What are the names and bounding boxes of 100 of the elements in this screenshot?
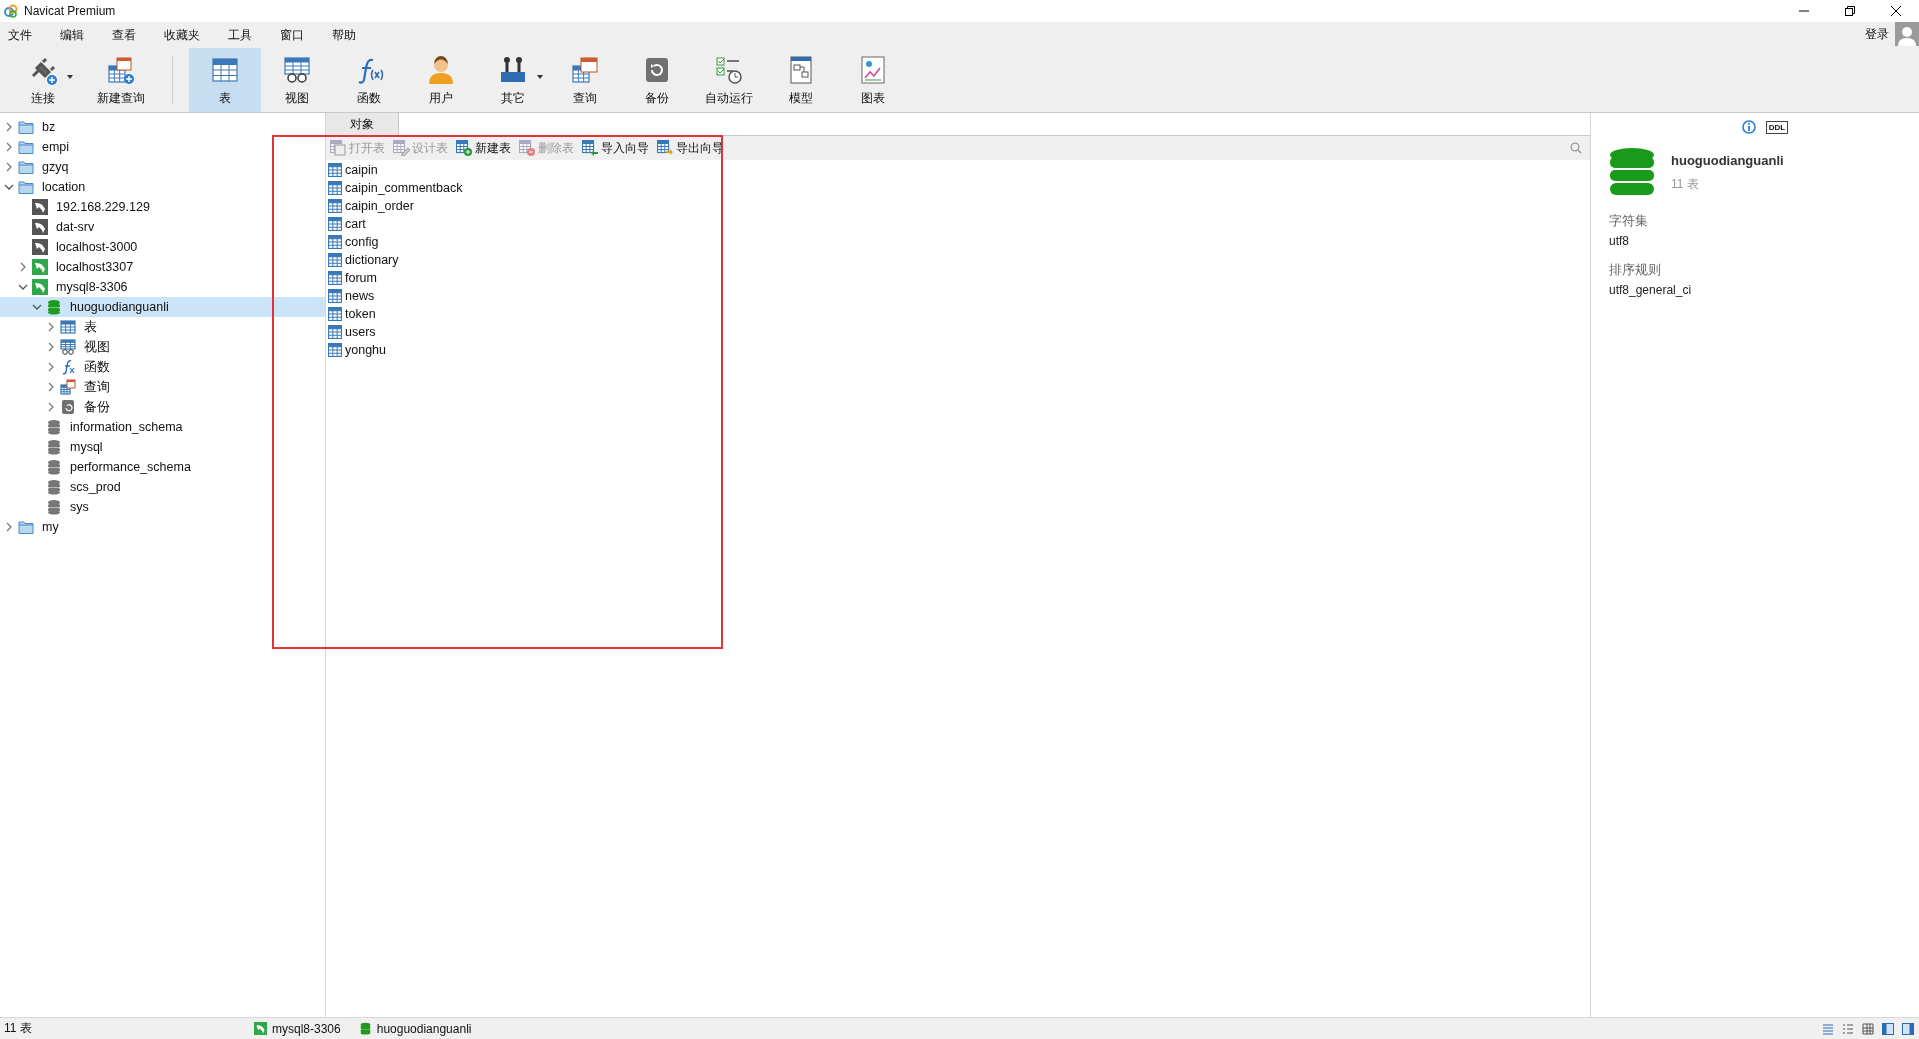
chevron-right-icon[interactable]: [46, 322, 56, 332]
chevron-down-icon[interactable]: [18, 282, 28, 292]
tree-item[interactable]: bz: [0, 117, 325, 137]
toolbar-button[interactable]: 新建查询: [82, 48, 160, 112]
table-item[interactable]: dictionary: [326, 251, 399, 269]
restore-icon[interactable]: [1845, 6, 1855, 16]
menu-item[interactable]: 窗口: [272, 23, 316, 47]
tree-item[interactable]: 函数: [0, 357, 325, 377]
folder-icon: [18, 519, 34, 535]
menu-item[interactable]: 工具: [220, 23, 264, 47]
toolbar-button[interactable]: 函数: [333, 48, 405, 112]
login-link[interactable]: 登录: [1865, 25, 1889, 43]
tree-item[interactable]: sys: [0, 497, 325, 517]
info-tab[interactable]: [1741, 120, 1756, 134]
toolbar-button[interactable]: 模型: [765, 48, 837, 112]
folder-icon: [18, 159, 34, 175]
tree-item[interactable]: localhost-3000: [0, 237, 325, 257]
toolbar-button[interactable]: 视图: [261, 48, 333, 112]
database-name: huoguodianguanli: [1671, 153, 1784, 168]
field-label: 排序规则: [1609, 262, 1662, 279]
tab[interactable]: 对象: [326, 113, 399, 135]
tree-item[interactable]: 查询: [0, 377, 325, 397]
dolphin-icon: [32, 199, 48, 215]
toolbar-button[interactable]: 备份: [621, 48, 693, 112]
checklist-icon: [713, 54, 745, 86]
chevron-right-icon[interactable]: [46, 362, 56, 372]
table-item[interactable]: caipin: [326, 161, 378, 179]
menu-item[interactable]: 查看: [104, 23, 148, 47]
chevron-right-icon[interactable]: [4, 522, 14, 532]
dolphin-icon: [32, 239, 48, 255]
caret-icon[interactable]: [67, 75, 73, 79]
database-icon: [46, 439, 62, 455]
menu-item[interactable]: 编辑: [52, 23, 96, 47]
table-export-icon: [657, 140, 674, 156]
table-item[interactable]: cart: [326, 215, 366, 233]
menu-item[interactable]: 文件: [0, 23, 44, 47]
close-icon[interactable]: [1891, 6, 1901, 16]
tree-item[interactable]: 备份: [0, 397, 325, 417]
app-logo-icon: [4, 4, 18, 18]
tree-item[interactable]: localhost3307: [0, 257, 325, 277]
folder-icon: [18, 139, 34, 155]
table-count: 11 表: [1671, 176, 1700, 193]
table-item[interactable]: forum: [326, 269, 377, 287]
chevron-right-icon[interactable]: [46, 382, 56, 392]
tree-item[interactable]: huoguodianguanli: [0, 297, 325, 317]
table-item[interactable]: news: [326, 287, 375, 305]
table-item[interactable]: token: [326, 305, 376, 323]
menu-item[interactable]: 收藏夹: [156, 23, 212, 47]
chevron-right-icon[interactable]: [46, 402, 56, 412]
table-plus-icon: [105, 54, 137, 86]
toolbar-button[interactable]: 自动运行: [693, 48, 765, 112]
avatar[interactable]: [1895, 22, 1919, 46]
grid-view-icon[interactable]: [1861, 1021, 1875, 1036]
table-glasses-icon: [60, 339, 76, 355]
search-icon[interactable]: [1570, 142, 1582, 154]
tree-item[interactable]: mysql: [0, 437, 325, 457]
chevron-right-icon[interactable]: [4, 122, 14, 132]
tree-item[interactable]: dat-srv: [0, 217, 325, 237]
tree-item[interactable]: location: [0, 177, 325, 197]
tree-item[interactable]: gzyq: [0, 157, 325, 177]
chevron-right-icon[interactable]: [4, 162, 14, 172]
toolbar-button[interactable]: 连接: [4, 48, 82, 112]
menu-item[interactable]: 帮助: [324, 23, 368, 47]
toolbar-button[interactable]: 导入向导: [582, 139, 649, 157]
tree-item[interactable]: my: [0, 517, 325, 537]
tree-item[interactable]: mysql8-3306: [0, 277, 325, 297]
tree-item[interactable]: 192.168.229.129: [0, 197, 325, 217]
table-icon: [60, 319, 76, 335]
tree-item[interactable]: scs_prod: [0, 477, 325, 497]
toolbar-button[interactable]: 用户: [405, 48, 477, 112]
chevron-right-icon[interactable]: [46, 342, 56, 352]
tree-item[interactable]: 视图: [0, 337, 325, 357]
toolbar-button[interactable]: 查询: [549, 48, 621, 112]
table-item[interactable]: users: [326, 323, 376, 341]
left-panel-icon[interactable]: [1881, 1021, 1895, 1036]
toolbar-button[interactable]: 其它: [477, 48, 549, 112]
chevron-right-icon[interactable]: [18, 262, 28, 272]
database-icon: [358, 1022, 372, 1035]
table-item[interactable]: caipin_commentback: [326, 179, 463, 197]
tree-item[interactable]: empi: [0, 137, 325, 157]
toolbar-button[interactable]: 新建表: [456, 139, 511, 157]
toolbar-button[interactable]: 表: [189, 48, 261, 112]
chevron-right-icon[interactable]: [4, 142, 14, 152]
ddl-tab[interactable]: DDL: [1765, 120, 1789, 134]
table-import-icon: [582, 140, 599, 156]
tree-item[interactable]: performance_schema: [0, 457, 325, 477]
right-panel-icon[interactable]: [1901, 1021, 1915, 1036]
table-item[interactable]: caipin_order: [326, 197, 414, 215]
toolbar-button[interactable]: 图表: [837, 48, 909, 112]
tree-item[interactable]: information_schema: [0, 417, 325, 437]
table-item[interactable]: yonghu: [326, 341, 386, 359]
database-icon: [46, 499, 62, 515]
table-design-icon: [393, 140, 410, 156]
table-item[interactable]: config: [326, 233, 379, 251]
chevron-down-icon[interactable]: [32, 302, 42, 312]
query-icon: [569, 54, 601, 86]
chevron-down-icon[interactable]: [4, 182, 14, 192]
caret-icon[interactable]: [537, 75, 543, 79]
tree-item[interactable]: 表: [0, 317, 325, 337]
database-icon: [46, 479, 62, 495]
